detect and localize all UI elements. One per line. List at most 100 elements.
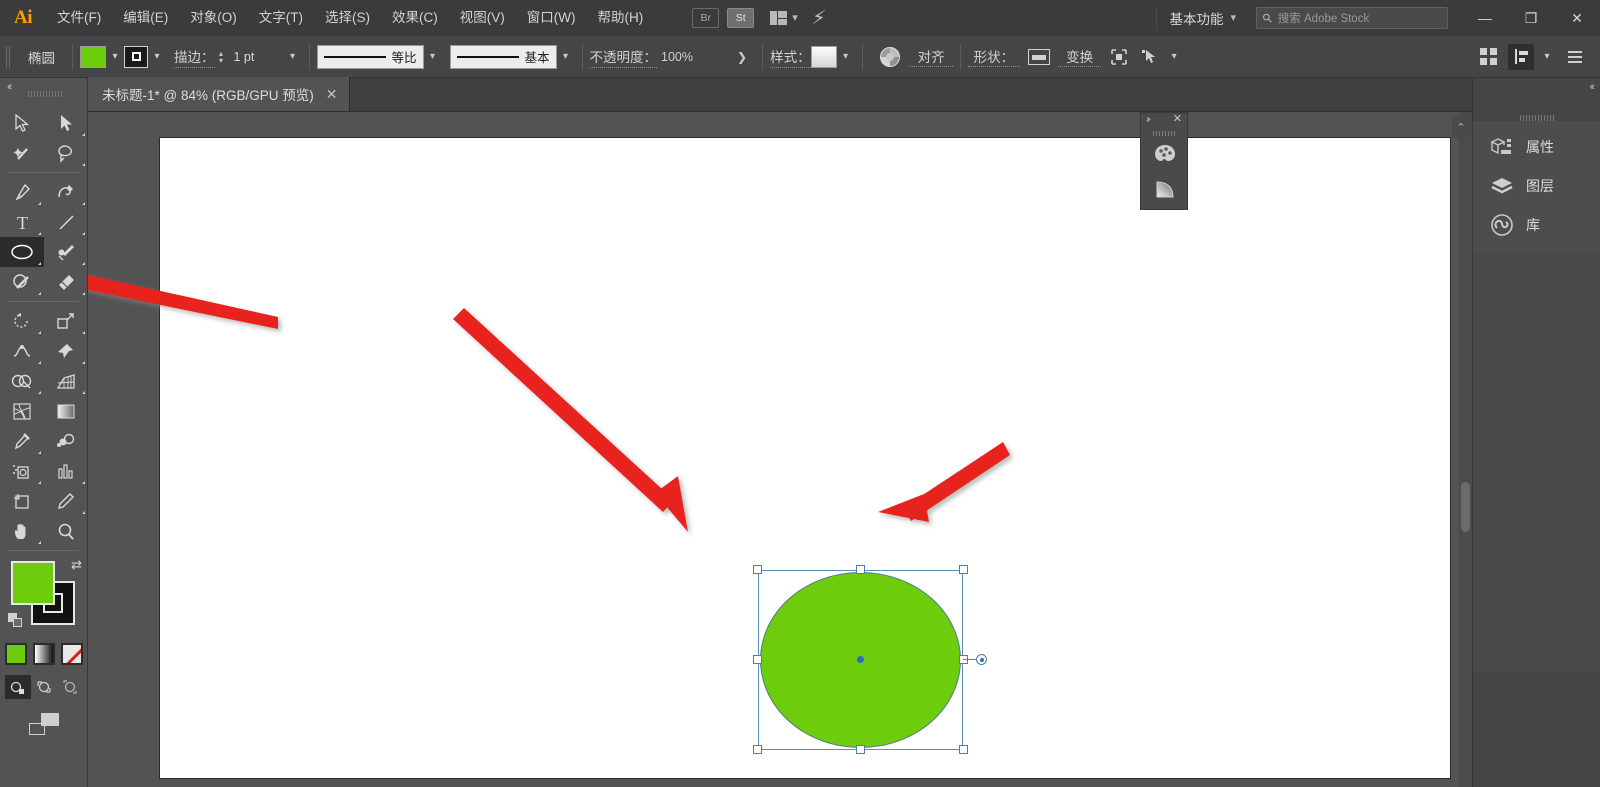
column-graph-tool[interactable] [44, 456, 88, 486]
menu-object[interactable]: 对象(O) [179, 0, 248, 36]
draw-normal-mode[interactable] [5, 675, 31, 699]
selected-shape-group[interactable] [758, 570, 963, 750]
graphic-style-swatch[interactable] [811, 46, 837, 68]
sidebar-item-layers[interactable]: 图层 [1473, 166, 1600, 205]
rotate-tool[interactable] [0, 306, 44, 336]
fill-color-swatch[interactable] [80, 46, 106, 68]
eyedropper-tool[interactable] [0, 426, 44, 456]
handle-bottom-right[interactable] [959, 745, 968, 754]
stroke-profile-select[interactable]: 等比 [317, 45, 424, 69]
swap-fill-stroke-icon[interactable]: ⇄ [71, 557, 82, 573]
style-label[interactable]: 样式： [770, 46, 811, 68]
menu-file[interactable]: 文件(F) [46, 0, 112, 36]
handle-top-center[interactable] [856, 565, 865, 574]
blend-tool[interactable] [44, 426, 88, 456]
handle-top-left[interactable] [753, 565, 762, 574]
align-chevron-down-icon[interactable]: ▾ [1538, 46, 1556, 68]
gradient-fill-mode[interactable] [33, 643, 55, 665]
minimize-button[interactable]: — [1462, 0, 1508, 36]
transform-label[interactable]: 变换 [1058, 46, 1101, 67]
width-widget-handle-icon[interactable] [976, 654, 987, 665]
lightning-icon[interactable]: ⚡ [810, 9, 826, 28]
opacity-value[interactable]: 100% [657, 46, 729, 68]
floating-mini-panel[interactable]: ›› ✕ [1140, 112, 1188, 210]
slice-tool[interactable] [44, 486, 88, 516]
stroke-weight-label[interactable]: 描边： [174, 46, 215, 68]
artboards-button[interactable] [1474, 48, 1504, 66]
handle-middle-left[interactable] [753, 655, 762, 664]
sidebar-item-properties[interactable]: 属性 [1473, 127, 1600, 166]
brush-definition-select[interactable]: 基本 [450, 45, 557, 69]
dock-collapse-icon[interactable]: ‹‹ [1590, 81, 1593, 93]
direct-selection-tool[interactable] [44, 108, 88, 138]
opacity-expand-icon[interactable]: ❯ [729, 50, 755, 64]
gradient-panel-button[interactable] [1141, 172, 1189, 208]
tools-panel-grip[interactable] [28, 91, 62, 97]
menu-select[interactable]: 选择(S) [314, 0, 381, 36]
opacity-label[interactable]: 不透明度： [590, 46, 658, 68]
gradient-tool[interactable] [44, 396, 88, 426]
workspace-switcher[interactable]: 基本功能 ▾ [1156, 6, 1248, 30]
curvature-tool[interactable] [44, 177, 88, 207]
profile-chevron-down-icon[interactable]: ▾ [424, 46, 442, 68]
mesh-tool[interactable] [0, 396, 44, 426]
swatches-panel-button[interactable] [1141, 136, 1189, 172]
width-tool[interactable] [0, 336, 44, 366]
line-segment-tool[interactable] [44, 207, 88, 237]
align-label[interactable]: 对齐 [910, 46, 953, 67]
menu-type[interactable]: 文字(T) [248, 0, 314, 36]
hand-tool[interactable] [0, 516, 44, 546]
arrange-documents-button[interactable]: ▾ [770, 11, 798, 26]
artboard-tool[interactable] [0, 486, 44, 516]
canvas-vertical-scrollbar[interactable] [1459, 112, 1472, 787]
ellipse-tool[interactable] [0, 237, 44, 267]
perspective-grid-tool[interactable] [44, 366, 88, 396]
restore-button[interactable]: ❐ [1508, 0, 1554, 36]
lasso-tool[interactable] [44, 138, 88, 168]
stock-search-field[interactable]: ⚲ 搜索 Adobe Stock [1256, 7, 1448, 29]
fill-color-box[interactable] [11, 561, 55, 605]
select-similar-button[interactable] [1137, 48, 1165, 66]
type-tool[interactable]: T [0, 207, 44, 237]
none-fill-mode[interactable] [61, 643, 83, 665]
handle-bottom-left[interactable] [753, 745, 762, 754]
control-bar-menu-button[interactable] [1560, 51, 1590, 63]
bridge-icon[interactable]: Br [692, 8, 719, 28]
shaper-tool[interactable] [0, 267, 44, 297]
close-icon[interactable]: ✕ [1173, 114, 1182, 125]
close-button[interactable]: ✕ [1554, 0, 1600, 36]
dock-expand-chevron-icon[interactable]: ⌃ [1452, 116, 1470, 138]
document-tab[interactable]: 未标题-1* @ 84% (RGB/GPU 预览) ✕ [88, 77, 350, 111]
canvas-area[interactable] [88, 112, 1472, 787]
menu-window[interactable]: 窗口(W) [516, 0, 587, 36]
pen-tool[interactable] [0, 177, 44, 207]
shape-options-button[interactable] [1020, 49, 1058, 65]
close-icon[interactable]: ✕ [326, 87, 338, 101]
shape-builder-tool[interactable] [0, 366, 44, 396]
stroke-weight-chevron-down-icon[interactable]: ▾ [284, 46, 302, 68]
fill-chevron-down-icon[interactable]: ▾ [106, 46, 124, 68]
menu-view[interactable]: 视图(V) [449, 0, 516, 36]
zoom-tool[interactable] [44, 516, 88, 546]
shape-width-widget[interactable] [963, 656, 987, 663]
free-transform-tool[interactable] [44, 336, 88, 366]
brush-chevron-down-icon[interactable]: ▾ [557, 46, 575, 68]
align-panel-button[interactable] [1508, 44, 1534, 70]
menu-effect[interactable]: 效果(C) [381, 0, 449, 36]
default-fill-stroke-button[interactable] [8, 613, 23, 627]
control-bar-grip[interactable] [6, 46, 12, 68]
stroke-weight-stepper[interactable]: ▴▾ [215, 46, 228, 68]
handle-top-right[interactable] [959, 565, 968, 574]
expand-panel-icon[interactable]: ›› [1146, 114, 1149, 125]
shape-label[interactable]: 形状： [968, 46, 1021, 67]
recolor-artwork-button[interactable] [870, 47, 910, 67]
eraser-tool[interactable] [44, 267, 88, 297]
draw-behind-mode[interactable] [31, 675, 57, 699]
handle-bottom-center[interactable] [856, 745, 865, 754]
isolate-selection-button[interactable] [1101, 48, 1137, 66]
stroke-color-swatch[interactable] [124, 46, 148, 68]
symbol-sprayer-tool[interactable] [0, 456, 44, 486]
scrollbar-thumb[interactable] [1461, 482, 1470, 532]
sidebar-item-libraries[interactable]: 库 [1473, 205, 1600, 244]
color-fill-mode[interactable] [5, 643, 27, 665]
